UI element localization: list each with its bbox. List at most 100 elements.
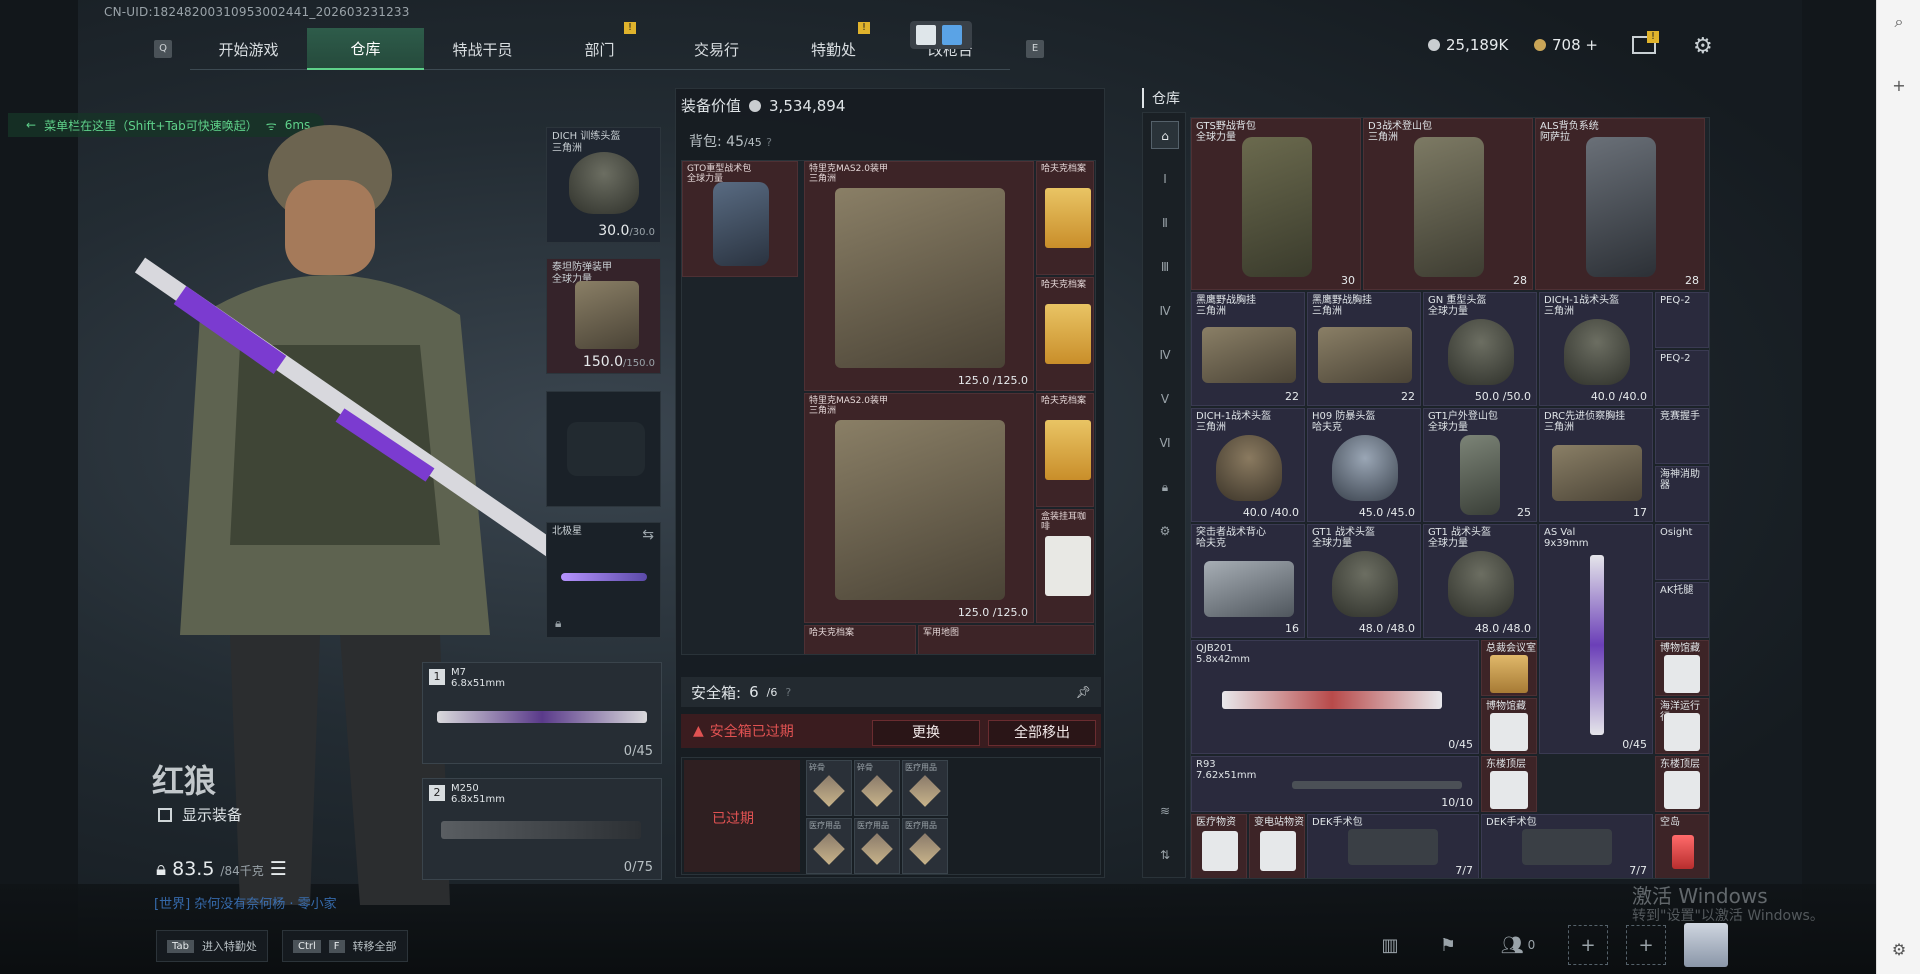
- warehouse-item[interactable]: 变电站物资: [1249, 814, 1305, 878]
- tab-market[interactable]: 交易行: [658, 28, 775, 70]
- map-item[interactable]: 军用地图: [918, 625, 1094, 654]
- flag-icon[interactable]: ⚑: [1428, 925, 1468, 965]
- warehouse-item[interactable]: H09 防暴头盔 哈夫克 45.0 /45.0: [1307, 408, 1421, 522]
- overlay-toolbar[interactable]: [910, 21, 972, 49]
- document-item[interactable]: 哈夫克档案: [1036, 161, 1094, 275]
- warehouse-item[interactable]: 总裁会议室: [1481, 640, 1537, 696]
- tab-department[interactable]: 部门!: [541, 22, 658, 70]
- move-all-button[interactable]: 全部移出: [988, 720, 1096, 746]
- replace-button[interactable]: 更换: [872, 720, 980, 746]
- warehouse-item[interactable]: 博物馆藏: [1655, 640, 1709, 696]
- warehouse-item[interactable]: ALS背负系统 阿萨拉 28: [1535, 118, 1705, 290]
- warehouse-item[interactable]: GT1 战术头盔 全球力量 48.0 /48.0: [1307, 524, 1421, 638]
- document-item[interactable]: 哈夫克档案: [1036, 277, 1094, 391]
- safe-item[interactable]: 医疗用品: [806, 818, 852, 874]
- add-slot-button[interactable]: +: [1626, 925, 1666, 965]
- tab-1-icon[interactable]: Ⅰ: [1151, 165, 1179, 193]
- document-item[interactable]: 哈夫克档案: [1036, 393, 1094, 507]
- warehouse-item[interactable]: AK托腿: [1655, 582, 1709, 638]
- warehouse-item[interactable]: 海洋运行行: [1655, 698, 1709, 754]
- warehouse-item[interactable]: 东楼顶层: [1655, 756, 1709, 812]
- warehouse-item[interactable]: GT1户外登山包 全球力量 25: [1423, 408, 1537, 522]
- nav-next-key[interactable]: E: [1026, 40, 1044, 58]
- pin-icon[interactable]: 📌︎: [1076, 685, 1091, 699]
- warehouse-item[interactable]: PEQ-2: [1655, 350, 1709, 406]
- warehouse-item[interactable]: D3战术登山包 三角洲 28: [1363, 118, 1533, 290]
- warehouse-item[interactable]: 医疗物资: [1191, 814, 1247, 878]
- tab-5-icon[interactable]: Ⅳ: [1151, 341, 1179, 369]
- warehouse-item[interactable]: QJB201 5.8x42mm 0/45: [1191, 640, 1479, 754]
- warehouse-item[interactable]: GT1 战术头盔 全球力量 48.0 /48.0: [1423, 524, 1537, 638]
- warehouse-item[interactable]: 空岛: [1655, 814, 1709, 878]
- warehouse-item[interactable]: 黑鹰野战胸挂 三角洲 22: [1191, 292, 1305, 406]
- capture-icon[interactable]: [916, 25, 936, 45]
- warehouse-item[interactable]: 博物馆藏: [1481, 698, 1537, 754]
- hint-transfer-all[interactable]: Ctrl F 转移全部: [282, 930, 408, 962]
- gold-balance[interactable]: 708 +: [1534, 36, 1598, 54]
- checkbox[interactable]: [158, 807, 172, 822]
- layers-icon[interactable]: ≋: [1151, 797, 1179, 825]
- nav-prev-key[interactable]: Q: [154, 40, 172, 58]
- tab-3-icon[interactable]: Ⅲ: [1151, 253, 1179, 281]
- coffee-item[interactable]: 盒装挂耳咖啡: [1036, 509, 1094, 623]
- settings-icon[interactable]: ⚙: [1889, 940, 1909, 960]
- warehouse-item[interactable]: 东楼顶层: [1481, 756, 1537, 812]
- document-item[interactable]: 哈夫克档案: [804, 625, 916, 654]
- safe-item[interactable]: 碎骨: [806, 760, 852, 816]
- show-equipment-toggle[interactable]: 显示装备: [158, 804, 242, 825]
- helmet-slot[interactable]: DICH 训练头盔 三角洲 30.0/30.0: [546, 127, 661, 243]
- warehouse-item[interactable]: DEK手术包 7/7: [1481, 814, 1653, 878]
- warehouse-item[interactable]: 突击者战术背心 哈夫克 16: [1191, 524, 1305, 638]
- tab-warehouse[interactable]: 仓库: [307, 28, 424, 70]
- knife-slot[interactable]: 北极星 ⇆ 🔒︎: [546, 522, 661, 638]
- settings-icon[interactable]: ⚙: [1151, 517, 1179, 545]
- add-icon[interactable]: +: [1889, 76, 1909, 96]
- safe-item[interactable]: 医疗用品: [902, 818, 948, 874]
- friends-button[interactable]: 👥︎ 0: [1486, 925, 1550, 965]
- primary-weapon-slot[interactable]: 1 M7 6.8x51mm 0/45: [422, 662, 662, 764]
- armor-slot[interactable]: 泰坦防弹装甲 全球力量 150.0/150.0: [546, 258, 661, 374]
- warehouse-item[interactable]: GTS野战背包 全球力量 30: [1191, 118, 1361, 290]
- tab-6-icon[interactable]: Ⅴ: [1151, 385, 1179, 413]
- lock-icon[interactable]: 🔒︎: [1151, 473, 1179, 501]
- tab-start-game[interactable]: 开始游戏: [190, 28, 307, 70]
- warehouse-item[interactable]: DRC先进侦察胸挂 三角洲 17: [1539, 408, 1653, 522]
- warehouse-item[interactable]: PEQ-2: [1655, 292, 1709, 348]
- warehouse-item[interactable]: GN 重型头盔 全球力量 50.0 /50.0: [1423, 292, 1537, 406]
- warehouse-item[interactable]: R93 7.62x51mm 10/10: [1191, 756, 1479, 812]
- add-slot-button[interactable]: +: [1568, 925, 1608, 965]
- secondary-weapon-slot[interactable]: 2 M250 6.8x51mm 0/75: [422, 778, 662, 880]
- safe-container[interactable]: 已过期: [684, 760, 800, 872]
- hint-special-ops[interactable]: Tab 进入特勤处: [156, 930, 268, 962]
- safe-item[interactable]: 碎骨: [854, 760, 900, 816]
- search-icon[interactable]: ⌕: [1889, 12, 1909, 32]
- tab-special-ops[interactable]: 特勤处!: [775, 22, 892, 70]
- gear-icon[interactable]: ⚙: [1693, 34, 1713, 59]
- swap-icon[interactable]: ⇆: [642, 527, 654, 543]
- warehouse-item[interactable]: 竞赛握手: [1655, 408, 1709, 464]
- tab-operators[interactable]: 特战干员: [424, 28, 541, 70]
- list-icon[interactable]: ☰: [270, 858, 287, 880]
- armor-item[interactable]: 特里克MAS2.0装甲 三角洲 125.0 /125.0: [804, 393, 1034, 623]
- warehouse-home-icon[interactable]: ⌂: [1151, 121, 1179, 149]
- pistol-slot[interactable]: [546, 391, 661, 507]
- tab-7-icon[interactable]: Ⅵ: [1151, 429, 1179, 457]
- armor-item[interactable]: 特里克MAS2.0装甲 三角洲 125.0 /125.0: [804, 161, 1034, 391]
- record-icon[interactable]: [942, 25, 962, 45]
- warehouse-item[interactable]: 海神消助器: [1655, 466, 1709, 522]
- avatar[interactable]: [1684, 923, 1728, 967]
- tab-2-icon[interactable]: Ⅱ: [1151, 209, 1179, 237]
- sort-icon[interactable]: ⇅: [1151, 841, 1179, 869]
- warehouse-item[interactable]: 黑鹰野战胸挂 三角洲 22: [1307, 292, 1421, 406]
- tab-4-icon[interactable]: Ⅳ: [1151, 297, 1179, 325]
- safe-item[interactable]: 医疗用品: [854, 818, 900, 874]
- safe-item[interactable]: 医疗用品: [902, 760, 948, 816]
- stats-icon[interactable]: ▥: [1370, 925, 1410, 965]
- backpack-item[interactable]: GTO重型战术包 全球力量: [682, 161, 798, 277]
- world-chat[interactable]: [世界] 杂何没有奈何杨 · 零小家: [154, 893, 337, 912]
- warehouse-item[interactable]: DICH-1战术头盔 三角洲 40.0 /40.0: [1539, 292, 1653, 406]
- warehouse-item[interactable]: Osight: [1655, 524, 1709, 580]
- warehouse-item[interactable]: DICH-1战术头盔 三角洲 40.0 /40.0: [1191, 408, 1305, 522]
- warehouse-item[interactable]: AS Val 9x39mm 0/45: [1539, 524, 1653, 754]
- warehouse-item[interactable]: DEK手术包 7/7: [1307, 814, 1479, 878]
